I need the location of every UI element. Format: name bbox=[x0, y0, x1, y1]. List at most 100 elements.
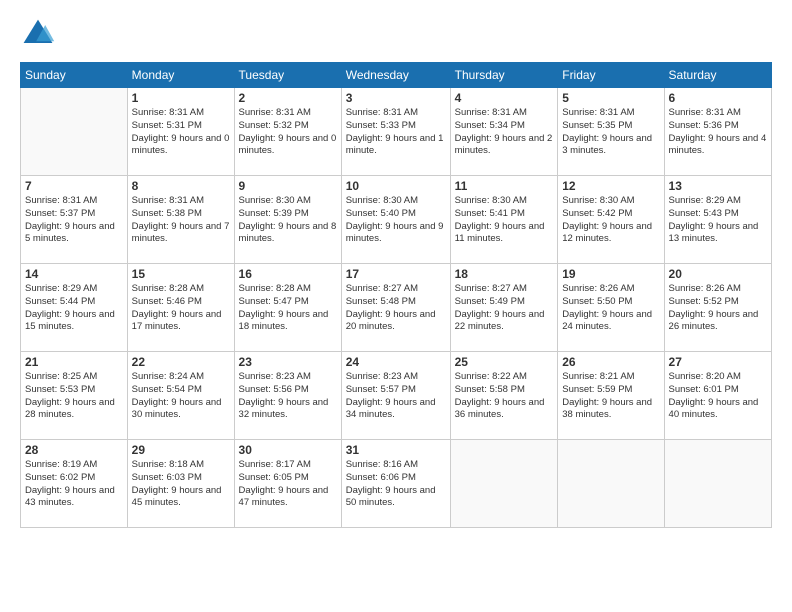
day-info: Sunrise: 8:20 AMSunset: 6:01 PMDaylight:… bbox=[669, 371, 767, 422]
weekday-header-thursday: Thursday bbox=[450, 63, 558, 88]
day-info: Sunrise: 8:24 AMSunset: 5:54 PMDaylight:… bbox=[132, 371, 230, 422]
calendar-cell: 27 Sunrise: 8:20 AMSunset: 6:01 PMDayligh… bbox=[664, 352, 771, 440]
day-info: Sunrise: 8:29 AMSunset: 5:43 PMDaylight:… bbox=[669, 195, 767, 246]
week-row-3: 21 Sunrise: 8:25 AMSunset: 5:53 PMDayligh… bbox=[21, 352, 772, 440]
day-number: 13 bbox=[669, 179, 767, 193]
calendar-cell: 15Sunrise: 8:28 AMSunset: 5:46 PMDayligh… bbox=[127, 264, 234, 352]
day-info: Sunrise: 8:31 AMSunset: 5:38 PMDaylight:… bbox=[132, 195, 230, 246]
calendar-cell bbox=[450, 440, 558, 528]
day-info: Sunrise: 8:31 AMSunset: 5:37 PMDaylight:… bbox=[25, 195, 123, 246]
calendar-table: SundayMondayTuesdayWednesdayThursdayFrid… bbox=[20, 62, 772, 528]
calendar-cell: 9Sunrise: 8:30 AMSunset: 5:39 PMDaylight… bbox=[234, 176, 341, 264]
calendar-cell: 8 Sunrise: 8:31 AMSunset: 5:38 PMDaylight… bbox=[127, 176, 234, 264]
calendar-cell: 13 Sunrise: 8:29 AMSunset: 5:43 PMDayligh… bbox=[664, 176, 771, 264]
day-number: 9 bbox=[239, 179, 337, 193]
day-number: 4 bbox=[455, 91, 554, 105]
week-row-4: 28 Sunrise: 8:19 AMSunset: 6:02 PMDayligh… bbox=[21, 440, 772, 528]
day-number: 17 bbox=[346, 267, 446, 281]
calendar-cell: 20 Sunrise: 8:26 AMSunset: 5:52 PMDayligh… bbox=[664, 264, 771, 352]
day-number: 16 bbox=[239, 267, 337, 281]
day-info: Sunrise: 8:26 AMSunset: 5:52 PMDaylight:… bbox=[669, 283, 767, 334]
day-number: 7 bbox=[25, 179, 123, 193]
day-number: 8 bbox=[132, 179, 230, 193]
calendar-cell: 29 Sunrise: 8:18 AMSunset: 6:03 PMDayligh… bbox=[127, 440, 234, 528]
day-number: 28 bbox=[25, 443, 123, 457]
day-number: 1 bbox=[132, 91, 230, 105]
calendar-cell: 28 Sunrise: 8:19 AMSunset: 6:02 PMDayligh… bbox=[21, 440, 128, 528]
weekday-header-saturday: Saturday bbox=[664, 63, 771, 88]
calendar-cell: 1 Sunrise: 8:31 AMSunset: 5:31 PMDaylight… bbox=[127, 88, 234, 176]
day-info: Sunrise: 8:29 AMSunset: 5:44 PMDaylight:… bbox=[25, 283, 123, 334]
day-number: 11 bbox=[455, 179, 554, 193]
day-number: 20 bbox=[669, 267, 767, 281]
weekday-header-row: SundayMondayTuesdayWednesdayThursdayFrid… bbox=[21, 63, 772, 88]
day-info: Sunrise: 8:31 AMSunset: 5:35 PMDaylight:… bbox=[562, 107, 659, 158]
calendar-cell: 21 Sunrise: 8:25 AMSunset: 5:53 PMDayligh… bbox=[21, 352, 128, 440]
day-number: 19 bbox=[562, 267, 659, 281]
calendar-cell: 26Sunrise: 8:21 AMSunset: 5:59 PMDayligh… bbox=[558, 352, 664, 440]
day-number: 6 bbox=[669, 91, 767, 105]
weekday-header-wednesday: Wednesday bbox=[341, 63, 450, 88]
calendar-cell: 23 Sunrise: 8:23 AMSunset: 5:56 PMDayligh… bbox=[234, 352, 341, 440]
calendar-cell: 16 Sunrise: 8:28 AMSunset: 5:47 PMDayligh… bbox=[234, 264, 341, 352]
day-info: Sunrise: 8:28 AMSunset: 5:47 PMDaylight:… bbox=[239, 283, 337, 334]
calendar-cell: 5Sunrise: 8:31 AMSunset: 5:35 PMDaylight… bbox=[558, 88, 664, 176]
calendar-cell: 30 Sunrise: 8:17 AMSunset: 6:05 PMDayligh… bbox=[234, 440, 341, 528]
day-number: 21 bbox=[25, 355, 123, 369]
logo bbox=[20, 16, 60, 52]
calendar-cell: 18Sunrise: 8:27 AMSunset: 5:49 PMDayligh… bbox=[450, 264, 558, 352]
day-info: Sunrise: 8:19 AMSunset: 6:02 PMDaylight:… bbox=[25, 459, 123, 510]
day-number: 22 bbox=[132, 355, 230, 369]
day-number: 10 bbox=[346, 179, 446, 193]
weekday-header-tuesday: Tuesday bbox=[234, 63, 341, 88]
day-info: Sunrise: 8:27 AMSunset: 5:48 PMDaylight:… bbox=[346, 283, 446, 334]
calendar-cell: 7 Sunrise: 8:31 AMSunset: 5:37 PMDaylight… bbox=[21, 176, 128, 264]
calendar-cell: 10 Sunrise: 8:30 AMSunset: 5:40 PMDayligh… bbox=[341, 176, 450, 264]
weekday-header-friday: Friday bbox=[558, 63, 664, 88]
calendar-cell: 14 Sunrise: 8:29 AMSunset: 5:44 PMDayligh… bbox=[21, 264, 128, 352]
header bbox=[20, 16, 772, 52]
calendar-cell bbox=[558, 440, 664, 528]
day-info: Sunrise: 8:28 AMSunset: 5:46 PMDaylight:… bbox=[132, 283, 230, 334]
weekday-header-monday: Monday bbox=[127, 63, 234, 88]
day-info: Sunrise: 8:31 AMSunset: 5:34 PMDaylight:… bbox=[455, 107, 554, 158]
calendar-cell: 31 Sunrise: 8:16 AMSunset: 6:06 PMDayligh… bbox=[341, 440, 450, 528]
calendar-cell: 25 Sunrise: 8:22 AMSunset: 5:58 PMDayligh… bbox=[450, 352, 558, 440]
day-number: 29 bbox=[132, 443, 230, 457]
day-info: Sunrise: 8:30 AMSunset: 5:41 PMDaylight:… bbox=[455, 195, 554, 246]
day-number: 12 bbox=[562, 179, 659, 193]
day-info: Sunrise: 8:23 AMSunset: 5:57 PMDaylight:… bbox=[346, 371, 446, 422]
calendar-cell: 17 Sunrise: 8:27 AMSunset: 5:48 PMDayligh… bbox=[341, 264, 450, 352]
logo-icon bbox=[20, 16, 56, 52]
day-info: Sunrise: 8:16 AMSunset: 6:06 PMDaylight:… bbox=[346, 459, 446, 510]
week-row-2: 14 Sunrise: 8:29 AMSunset: 5:44 PMDayligh… bbox=[21, 264, 772, 352]
weekday-header-sunday: Sunday bbox=[21, 63, 128, 88]
calendar-cell: 2Sunrise: 8:31 AMSunset: 5:32 PMDaylight… bbox=[234, 88, 341, 176]
day-number: 25 bbox=[455, 355, 554, 369]
calendar-cell: 22 Sunrise: 8:24 AMSunset: 5:54 PMDayligh… bbox=[127, 352, 234, 440]
day-info: Sunrise: 8:22 AMSunset: 5:58 PMDaylight:… bbox=[455, 371, 554, 422]
week-row-1: 7 Sunrise: 8:31 AMSunset: 5:37 PMDaylight… bbox=[21, 176, 772, 264]
calendar-cell: 6 Sunrise: 8:31 AMSunset: 5:36 PMDaylight… bbox=[664, 88, 771, 176]
day-info: Sunrise: 8:21 AMSunset: 5:59 PMDaylight:… bbox=[562, 371, 659, 422]
day-info: Sunrise: 8:18 AMSunset: 6:03 PMDaylight:… bbox=[132, 459, 230, 510]
calendar-cell: 3Sunrise: 8:31 AMSunset: 5:33 PMDaylight… bbox=[341, 88, 450, 176]
day-number: 14 bbox=[25, 267, 123, 281]
day-info: Sunrise: 8:31 AMSunset: 5:36 PMDaylight:… bbox=[669, 107, 767, 158]
day-number: 31 bbox=[346, 443, 446, 457]
calendar-cell: 12Sunrise: 8:30 AMSunset: 5:42 PMDayligh… bbox=[558, 176, 664, 264]
day-info: Sunrise: 8:26 AMSunset: 5:50 PMDaylight:… bbox=[562, 283, 659, 334]
day-number: 23 bbox=[239, 355, 337, 369]
day-number: 27 bbox=[669, 355, 767, 369]
day-info: Sunrise: 8:30 AMSunset: 5:40 PMDaylight:… bbox=[346, 195, 446, 246]
day-info: Sunrise: 8:31 AMSunset: 5:31 PMDaylight:… bbox=[132, 107, 230, 158]
day-number: 30 bbox=[239, 443, 337, 457]
calendar-cell bbox=[664, 440, 771, 528]
day-info: Sunrise: 8:31 AMSunset: 5:33 PMDaylight:… bbox=[346, 107, 446, 158]
day-info: Sunrise: 8:27 AMSunset: 5:49 PMDaylight:… bbox=[455, 283, 554, 334]
calendar-cell: 19 Sunrise: 8:26 AMSunset: 5:50 PMDayligh… bbox=[558, 264, 664, 352]
calendar-cell: 11 Sunrise: 8:30 AMSunset: 5:41 PMDayligh… bbox=[450, 176, 558, 264]
day-info: Sunrise: 8:25 AMSunset: 5:53 PMDaylight:… bbox=[25, 371, 123, 422]
day-info: Sunrise: 8:17 AMSunset: 6:05 PMDaylight:… bbox=[239, 459, 337, 510]
day-info: Sunrise: 8:23 AMSunset: 5:56 PMDaylight:… bbox=[239, 371, 337, 422]
